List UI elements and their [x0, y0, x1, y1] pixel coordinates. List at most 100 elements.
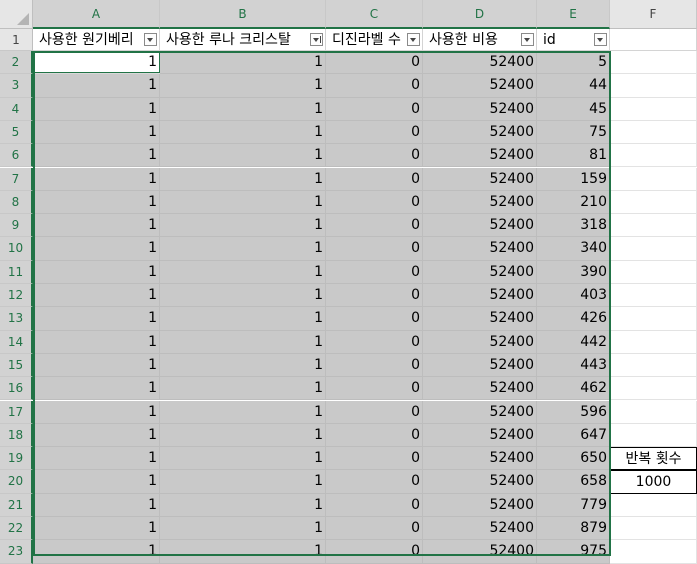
cell-a8[interactable]: 1	[33, 190, 160, 215]
cell-d3[interactable]: 52400	[423, 74, 537, 98]
cell-a17[interactable]: 1	[33, 400, 160, 424]
cell-e9[interactable]: 318	[537, 214, 610, 238]
cell-b3[interactable]: 1	[160, 74, 326, 98]
cell-c5[interactable]: 0	[326, 120, 423, 145]
cell-d16[interactable]: 52400	[423, 377, 537, 401]
iteration-count-cell[interactable]: 1000	[610, 470, 697, 494]
cell-b5[interactable]: 1	[160, 120, 326, 145]
cell-d17[interactable]: 52400	[423, 400, 537, 424]
cell-d11[interactable]: 52400	[423, 260, 537, 284]
cell-d10[interactable]: 52400	[423, 237, 537, 261]
cell-d2[interactable]: 52400	[423, 51, 537, 75]
cell-f22[interactable]	[610, 517, 697, 541]
cell-a16[interactable]: 1	[33, 377, 160, 401]
cell-b7[interactable]: 1	[160, 167, 326, 191]
column-header-c[interactable]: C	[326, 0, 423, 29]
filter-dropdown-icon[interactable]	[144, 33, 157, 46]
cell-c12[interactable]: 0	[326, 284, 423, 308]
cell-a19[interactable]: 1	[33, 447, 160, 471]
cell-b10[interactable]: 1	[160, 237, 326, 261]
cell-a15[interactable]: 1	[33, 353, 160, 378]
cell-b8[interactable]: 1	[160, 190, 326, 215]
cell-e22[interactable]: 879	[537, 517, 610, 541]
cell-a3[interactable]: 1	[33, 74, 160, 98]
cell-a9[interactable]: 1	[33, 214, 160, 238]
column-header-a[interactable]: A	[33, 0, 160, 29]
cell-f5[interactable]	[610, 120, 697, 145]
cell-a6[interactable]: 1	[33, 144, 160, 168]
table-header-c[interactable]: 디진라벨 수	[326, 29, 423, 51]
cell-e3[interactable]: 44	[537, 74, 610, 98]
cell-f6[interactable]	[610, 144, 697, 168]
filter-dropdown-icon[interactable]	[521, 33, 534, 46]
cell-e18[interactable]: 647	[537, 423, 610, 448]
cell-d22[interactable]: 52400	[423, 517, 537, 541]
column-header-e[interactable]: E	[537, 0, 610, 29]
cell-d20[interactable]: 52400	[423, 470, 537, 494]
row-header-10[interactable]: 10	[0, 237, 33, 261]
row-header-18[interactable]: 18	[0, 423, 33, 448]
cell-e6[interactable]: 81	[537, 144, 610, 168]
cell-b21[interactable]: 1	[160, 493, 326, 517]
cell-f3[interactable]	[610, 74, 697, 98]
table-header-d[interactable]: 사용한 비용	[423, 29, 537, 51]
row-header-14[interactable]: 14	[0, 330, 33, 354]
row-header-13[interactable]: 13	[0, 307, 33, 331]
cell-e14[interactable]: 442	[537, 330, 610, 354]
cell-f9[interactable]	[610, 214, 697, 238]
cell-f10[interactable]	[610, 237, 697, 261]
iteration-label-cell[interactable]: 반복 횟수	[610, 447, 697, 471]
cell-a11[interactable]: 1	[33, 260, 160, 284]
column-header-b[interactable]: B	[160, 0, 326, 29]
cell-f11[interactable]	[610, 260, 697, 284]
cell-b14[interactable]: 1	[160, 330, 326, 354]
cell-a5[interactable]: 1	[33, 120, 160, 145]
cell-a13[interactable]: 1	[33, 307, 160, 331]
cell-c8[interactable]: 0	[326, 190, 423, 215]
cell-d4[interactable]: 52400	[423, 97, 537, 121]
cell-b18[interactable]: 1	[160, 423, 326, 448]
cell-c14[interactable]: 0	[326, 330, 423, 354]
cell-d13[interactable]: 52400	[423, 307, 537, 331]
cell-d5[interactable]: 52400	[423, 120, 537, 145]
cell-b11[interactable]: 1	[160, 260, 326, 284]
cell-f16[interactable]	[610, 377, 697, 401]
cell-e8[interactable]: 210	[537, 190, 610, 215]
table-header-a[interactable]: 사용한 원기베리	[33, 29, 160, 51]
cell-b6[interactable]: 1	[160, 144, 326, 168]
cell-b12[interactable]: 1	[160, 284, 326, 308]
row-header-15[interactable]: 15	[0, 353, 33, 378]
cell-f8[interactable]	[610, 190, 697, 215]
cell-c15[interactable]: 0	[326, 353, 423, 378]
row-header-11[interactable]: 11	[0, 260, 33, 284]
cell-c3[interactable]: 0	[326, 74, 423, 98]
cell-d7[interactable]: 52400	[423, 167, 537, 191]
row-header-16[interactable]: 16	[0, 377, 33, 401]
cell-c2[interactable]: 0	[326, 51, 423, 75]
cell-b22[interactable]: 1	[160, 517, 326, 541]
cell-d21[interactable]: 52400	[423, 493, 537, 517]
cell-b16[interactable]: 1	[160, 377, 326, 401]
row-header-5[interactable]: 5	[0, 120, 33, 145]
cell-c7[interactable]: 0	[326, 167, 423, 191]
table-header-e[interactable]: id	[537, 29, 610, 51]
cell-e11[interactable]: 390	[537, 260, 610, 284]
cell-a10[interactable]: 1	[33, 237, 160, 261]
cell-c20[interactable]: 0	[326, 470, 423, 494]
cell-c6[interactable]: 0	[326, 144, 423, 168]
select-all-button[interactable]	[0, 0, 33, 29]
cell-c11[interactable]: 0	[326, 260, 423, 284]
cell-c17[interactable]: 0	[326, 400, 423, 424]
row-header-2[interactable]: 2	[0, 51, 33, 75]
cell-a4[interactable]: 1	[33, 97, 160, 121]
cell-d8[interactable]: 52400	[423, 190, 537, 215]
row-header-8[interactable]: 8	[0, 190, 33, 215]
cell-e10[interactable]: 340	[537, 237, 610, 261]
cell-f4[interactable]	[610, 97, 697, 121]
cell-e7[interactable]: 159	[537, 167, 610, 191]
cell-f7[interactable]	[610, 167, 697, 191]
cell-e4[interactable]: 45	[537, 97, 610, 121]
cell-e13[interactable]: 426	[537, 307, 610, 331]
cell-f12[interactable]	[610, 284, 697, 308]
cell-e20[interactable]: 658	[537, 470, 610, 494]
